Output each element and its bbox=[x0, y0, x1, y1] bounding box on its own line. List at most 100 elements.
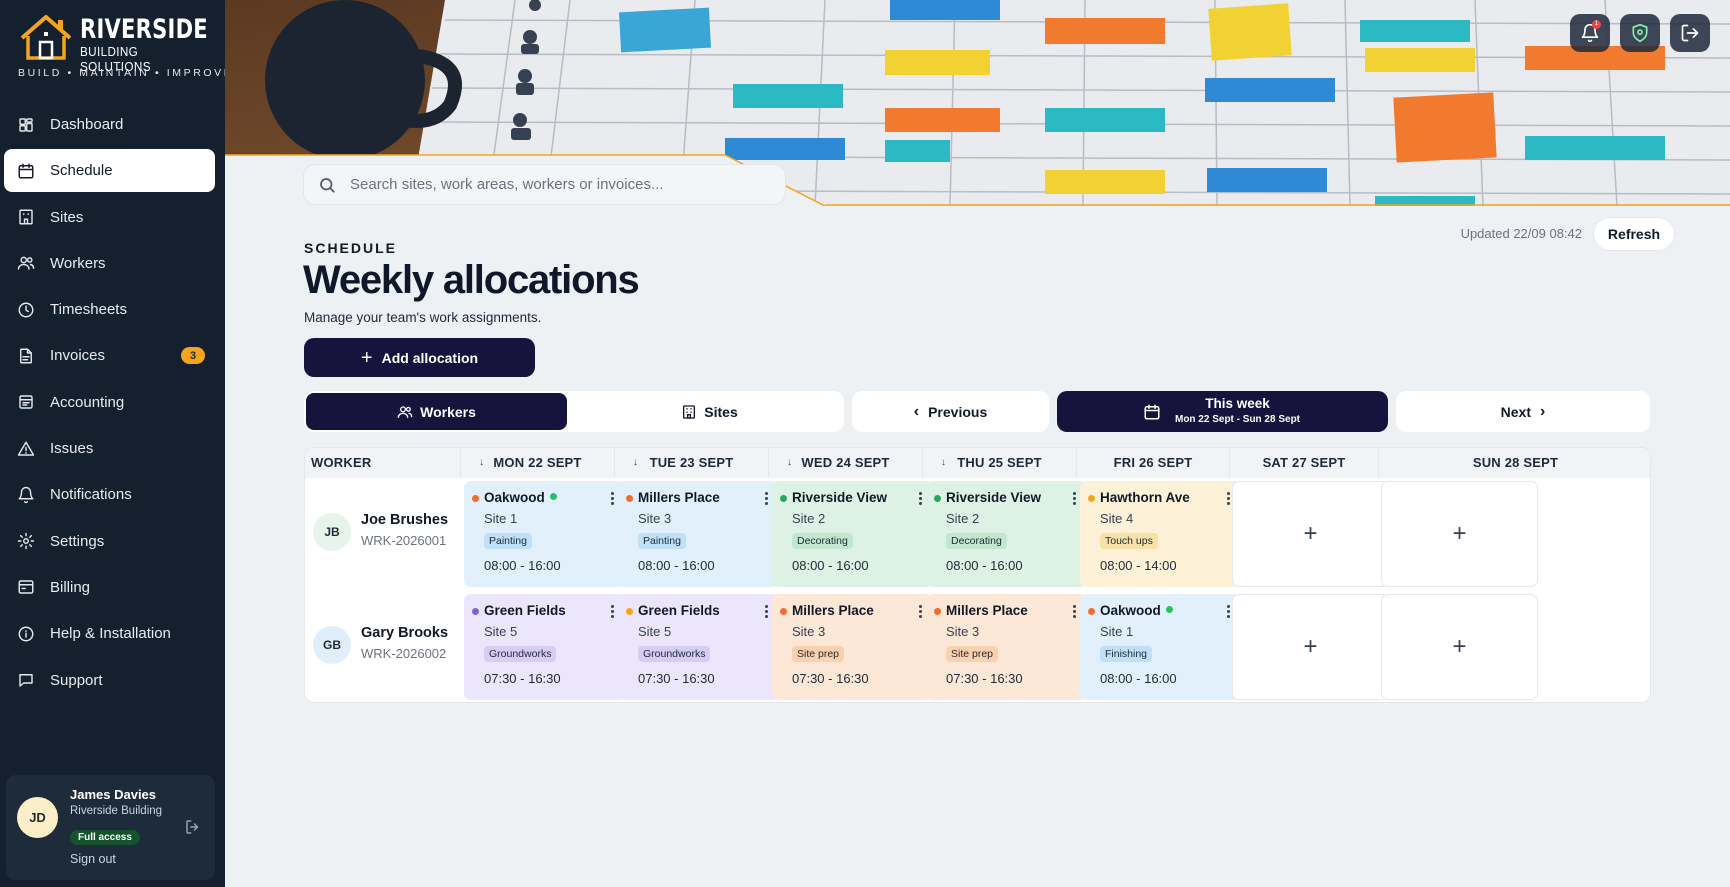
sidebar-item-label: Notifications bbox=[50, 486, 132, 504]
card-menu-icon[interactable] bbox=[1225, 491, 1231, 507]
sites-view-tab[interactable]: Sites bbox=[579, 393, 840, 430]
sidebar-item-invoices[interactable]: Invoices 3 bbox=[4, 334, 215, 377]
allocation-card[interactable]: Hawthorn Ave Site 4 Touch ups 08:00 - 14:00 bbox=[1080, 481, 1241, 587]
card-menu-icon[interactable] bbox=[609, 491, 615, 507]
worker-row-header[interactable]: JB Joe Brushes WRK-2026001 bbox=[305, 478, 478, 590]
sidebar-item-label: Workers bbox=[50, 254, 106, 272]
current-week-button[interactable]: This week Mon 22 Sept - Sun 28 Sept bbox=[1057, 391, 1388, 432]
allocation-card[interactable]: Millers Place Site 3 Site prep 07:30 - 16:3… bbox=[926, 594, 1087, 700]
sidebar-item-label: Timesheets bbox=[50, 301, 127, 319]
sidebar-item-support[interactable]: Support bbox=[4, 659, 215, 702]
day-column-header[interactable]: ↓ THU 25 SEPT bbox=[922, 448, 1076, 478]
previous-week-button[interactable]: ‹ Previous bbox=[852, 391, 1049, 432]
sort-arrow-icon: ↓ bbox=[479, 457, 485, 468]
day-column-header[interactable]: SUN 28 SEPT bbox=[1378, 448, 1652, 478]
allocation-site: Oakwood bbox=[484, 490, 545, 505]
allocation-card[interactable]: Riverside View Site 2 Decorating 08:00 - 16… bbox=[926, 481, 1087, 587]
search-bar[interactable] bbox=[303, 164, 786, 205]
logout-button[interactable] bbox=[1670, 14, 1710, 52]
allocation-area: Site 3 bbox=[638, 511, 672, 526]
allocation-card[interactable]: Millers Place Site 3 Painting 08:00 - 16:00 bbox=[618, 481, 779, 587]
day-column-header[interactable]: FRI 26 SEPT bbox=[1076, 448, 1229, 478]
worker-row-header[interactable]: GB Gary Brooks WRK-2026002 bbox=[305, 591, 478, 703]
task-tag: Touch ups bbox=[1100, 533, 1158, 549]
sidebar-item-label: Settings bbox=[50, 532, 105, 550]
sidebar-item-label: Sites bbox=[50, 208, 84, 226]
allocation-area: Site 5 bbox=[484, 624, 518, 639]
status-dot-icon bbox=[472, 495, 479, 502]
add-allocation-slot[interactable]: + bbox=[1381, 594, 1538, 700]
day-column-header[interactable]: ↓ MON 22 SEPT bbox=[460, 448, 614, 478]
card-menu-icon[interactable] bbox=[1225, 604, 1231, 620]
sign-out-link[interactable]: Sign out bbox=[70, 852, 116, 866]
card-menu-icon[interactable] bbox=[763, 491, 769, 507]
day-column-header[interactable]: SAT 27 SEPT bbox=[1229, 448, 1378, 478]
page-subtitle: Manage your team's work assignments. bbox=[304, 310, 542, 325]
add-allocation-slot[interactable]: + bbox=[1381, 481, 1538, 587]
day-column-header[interactable]: ↓ WED 24 SEPT bbox=[768, 448, 922, 478]
card-menu-icon[interactable] bbox=[1071, 604, 1077, 620]
sidebar-item-label: Billing bbox=[50, 578, 91, 596]
sidebar-item-accounting[interactable]: Accounting bbox=[4, 381, 215, 424]
task-tag: Groundworks bbox=[638, 646, 711, 662]
sidebar-item-sites[interactable]: Sites bbox=[4, 196, 215, 239]
next-week-button[interactable]: Next › bbox=[1396, 391, 1650, 432]
help-icon bbox=[17, 625, 35, 643]
invoices-count-badge: 3 bbox=[181, 347, 205, 365]
sidebar-item-label: Dashboard bbox=[50, 116, 124, 133]
allocation-card[interactable]: Riverside View Site 2 Decorating 08:00 - 16… bbox=[772, 481, 933, 587]
allocation-site: Riverside View bbox=[946, 490, 1042, 505]
sidebar-item-dashboard[interactable]: Dashboard bbox=[4, 103, 215, 146]
card-menu-icon[interactable] bbox=[609, 604, 615, 620]
add-allocation-slot[interactable]: + bbox=[1232, 594, 1389, 700]
workers-view-tab[interactable]: Workers bbox=[306, 393, 567, 430]
card-menu-icon[interactable] bbox=[763, 604, 769, 620]
allocation-area: Site 5 bbox=[638, 624, 672, 639]
allocation-card[interactable]: Millers Place Site 3 Site prep 07:30 - 16:3… bbox=[772, 594, 933, 700]
day-column-header[interactable]: ↓ TUE 23 SEPT bbox=[614, 448, 768, 478]
day-label: SUN 28 SEPT bbox=[1472, 455, 1559, 470]
allocation-time: 08:00 - 16:00 bbox=[1100, 671, 1177, 686]
sidebar-item-help-installation[interactable]: Help & Installation bbox=[4, 612, 215, 655]
plus-icon: + bbox=[1303, 633, 1318, 660]
allocation-site: Millers Place bbox=[792, 603, 874, 618]
sidebar-item-billing[interactable]: Billing bbox=[4, 566, 215, 609]
card-menu-icon[interactable] bbox=[1071, 491, 1077, 507]
allocation-time: 08:00 - 16:00 bbox=[792, 558, 869, 573]
task-tag: Groundworks bbox=[484, 646, 557, 662]
search-input[interactable] bbox=[350, 176, 750, 193]
refresh-button[interactable]: Refresh bbox=[1593, 217, 1675, 251]
search-icon bbox=[320, 177, 335, 193]
notifications-button[interactable]: 1 bbox=[1570, 14, 1610, 52]
card-menu-icon[interactable] bbox=[917, 491, 923, 507]
sidebar-item-schedule[interactable]: Schedule bbox=[4, 149, 215, 193]
allocation-card[interactable]: Green Fields Site 5 Groundworks 07:30 - 16:… bbox=[618, 594, 779, 700]
view-toggle: Workers Sites bbox=[304, 391, 844, 432]
sidebar-nav: Dashboard Schedule Sites Workers Timesheets I… bbox=[4, 103, 215, 705]
allocation-card[interactable]: Green Fields Site 5 Groundworks 07:30 - 16:… bbox=[464, 594, 625, 700]
security-button[interactable] bbox=[1620, 14, 1660, 52]
sidebar-item-timesheets[interactable]: Timesheets bbox=[4, 288, 215, 331]
active-status-icon bbox=[549, 493, 557, 500]
card-menu-icon[interactable] bbox=[917, 604, 923, 620]
day-label: WED 24 SEPT bbox=[801, 455, 890, 470]
sidebar-item-label: Invoices bbox=[50, 347, 106, 365]
sidebar-item-notifications[interactable]: Notifications bbox=[4, 473, 215, 516]
sidebar-item-settings[interactable]: Settings bbox=[4, 520, 215, 563]
sidebar-item-label: Issues bbox=[50, 440, 94, 458]
add-allocation-slot[interactable]: + bbox=[1232, 481, 1389, 587]
sidebar-item-workers[interactable]: Workers bbox=[4, 242, 215, 285]
sidebar-item-issues[interactable]: Issues bbox=[4, 427, 215, 470]
user-name: James Davies bbox=[70, 787, 157, 802]
allocation-card[interactable]: Oakwood Site 1 Painting 08:00 - 16:00 bbox=[464, 481, 625, 587]
avatar: JD bbox=[17, 797, 58, 838]
plus-icon: + bbox=[1452, 633, 1467, 660]
allocation-card[interactable]: Oakwood Site 1 Finishing 08:00 - 16:00 bbox=[1080, 594, 1241, 700]
brand-logo[interactable]: RIVERSIDE BUILDING SOLUTIONS BUILD • MAI… bbox=[18, 14, 231, 84]
allocation-time: 08:00 - 16:00 bbox=[484, 558, 561, 573]
file-icon bbox=[17, 347, 35, 365]
dashboard-icon bbox=[17, 116, 35, 134]
add-allocation-button[interactable]: + Add allocation bbox=[304, 338, 535, 377]
logout-icon[interactable] bbox=[184, 818, 202, 836]
worker-name: Gary Brooks bbox=[361, 625, 449, 641]
